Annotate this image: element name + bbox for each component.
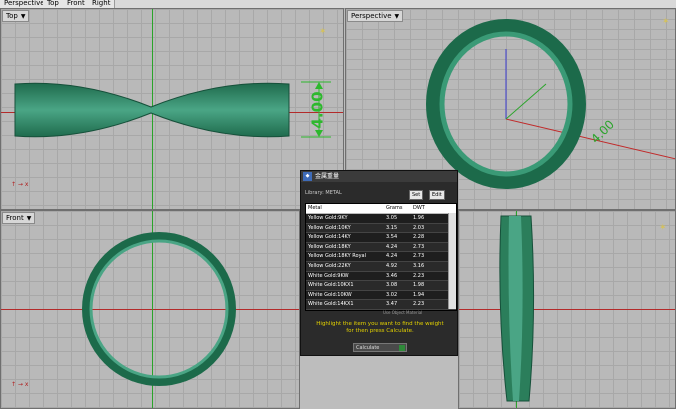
dialog-titlebar[interactable]: ◆ 金属重量 bbox=[301, 171, 457, 182]
library-row: Library: METAL Set Edit bbox=[301, 188, 457, 200]
tab-front[interactable]: Front bbox=[63, 0, 90, 8]
calculate-button[interactable]: Calculate bbox=[353, 343, 407, 352]
table-row[interactable]: White Gold:10KX1 3.08 1.98 bbox=[306, 281, 456, 291]
right-viewport[interactable]: ✶ bbox=[458, 210, 676, 409]
table-row[interactable]: Yellow Gold:10KY 3.15 2.03 bbox=[306, 223, 456, 234]
use-object-material-checkbox[interactable]: Use Object Material bbox=[383, 310, 422, 315]
table-scrollbar[interactable] bbox=[448, 213, 456, 309]
metal-table[interactable]: Metal Grams DWT Yellow Gold:9KY 3.05 1.96 … bbox=[305, 203, 457, 311]
table-header: Metal Grams DWT bbox=[306, 204, 456, 214]
front-viewport[interactable]: Front ▼ ↑ → x bbox=[0, 210, 300, 409]
axis-indicator: ↑ → x bbox=[11, 381, 29, 388]
table-row[interactable]: Yellow Gold:14KY 3.54 2.28 bbox=[306, 233, 456, 243]
dimension-label: 4.00 bbox=[308, 91, 327, 129]
ring-front-view bbox=[82, 232, 236, 386]
table-row[interactable]: White Gold:14KX1 3.47 2.23 bbox=[306, 300, 456, 310]
table-row[interactable]: Yellow Gold:9KY 3.05 1.96 bbox=[306, 214, 456, 224]
ring-right-view bbox=[499, 215, 535, 402]
table-row[interactable]: White Gold:10KW 3.02 1.94 bbox=[306, 290, 456, 301]
play-icon bbox=[399, 345, 405, 351]
table-row[interactable]: Yellow Gold:18KY 4.24 2.73 bbox=[306, 242, 456, 253]
table-row[interactable]: Yellow Gold:22KY 4.92 3.16 bbox=[306, 261, 456, 272]
column-header-metal[interactable]: Metal bbox=[308, 204, 322, 213]
ring-top-view bbox=[14, 81, 331, 138]
dialog-title: 金属重量 bbox=[315, 173, 340, 180]
set-button[interactable]: Set bbox=[409, 190, 424, 200]
column-header-grams[interactable]: Grams bbox=[386, 204, 402, 213]
table-row[interactable]: White Gold:9KW 3.46 2.23 bbox=[306, 271, 456, 282]
edit-button[interactable]: Edit bbox=[429, 190, 445, 200]
tab-top[interactable]: Top bbox=[43, 0, 64, 8]
tab-right[interactable]: Right bbox=[88, 0, 116, 8]
axis-indicator: ↑ → x bbox=[11, 181, 29, 188]
column-header-dwt[interactable]: DWT bbox=[413, 204, 425, 213]
instruction-text: Highlight the item you want to find the … bbox=[316, 321, 444, 334]
table-row[interactable]: Yellow Gold:18KY Royal 4.24 2.73 bbox=[306, 252, 456, 262]
library-label: Library: METAL bbox=[305, 190, 342, 196]
metal-weight-dialog: ◆ 金属重量 Library: METAL Set Edit Metal Gra… bbox=[300, 170, 458, 356]
top-viewport[interactable]: Top ▼ ✶ 4.00 ↑ → x bbox=[0, 8, 344, 210]
app-icon: ◆ bbox=[303, 172, 312, 181]
